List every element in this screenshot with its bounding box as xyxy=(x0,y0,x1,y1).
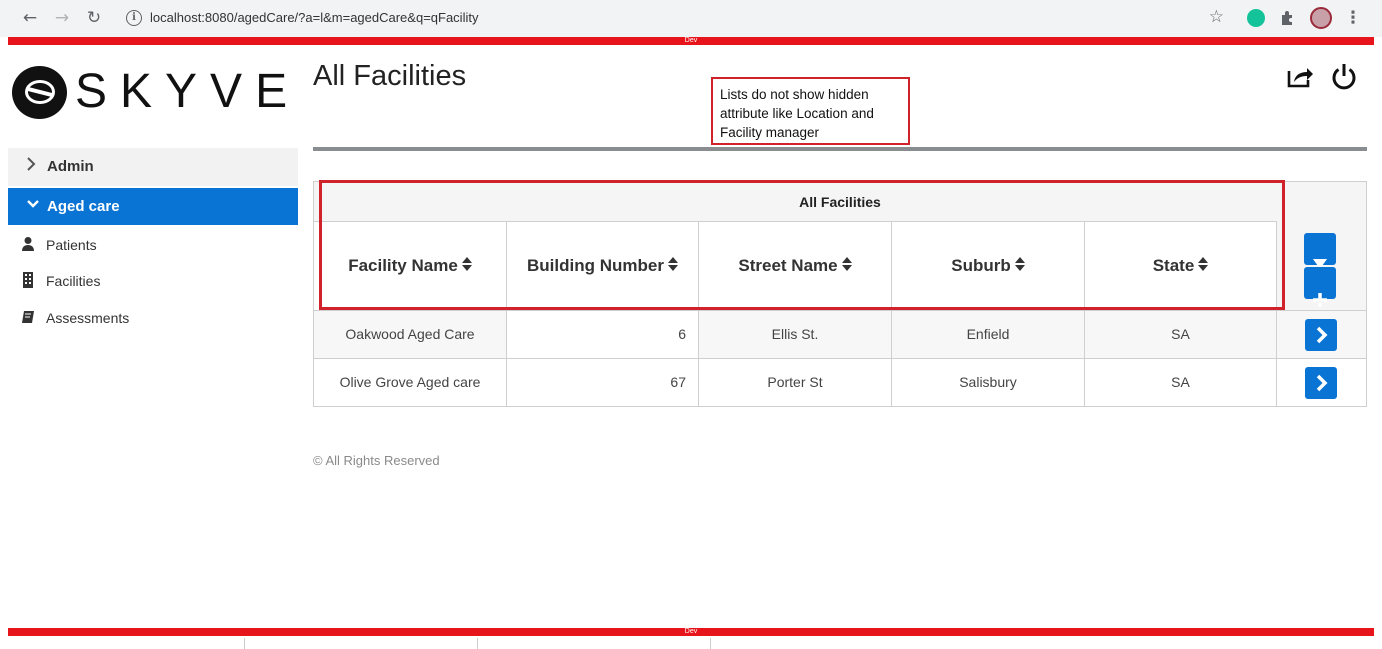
sidebar-item-label: Assessments xyxy=(46,310,130,326)
bookmark-star-icon[interactable]: ☆ xyxy=(1209,7,1224,27)
sort-icon[interactable] xyxy=(461,257,472,273)
skyve-logo: SKYVE xyxy=(12,66,302,122)
browser-menu-icon[interactable]: ⋮ xyxy=(1343,8,1363,28)
cell-building-number: 6 xyxy=(507,311,699,358)
table-row[interactable]: Oakwood Aged Care 6 Ellis St. Enfield SA xyxy=(314,311,1366,359)
skyve-logo-mark-icon xyxy=(12,66,67,119)
sidebar-item-label: Patients xyxy=(46,237,97,253)
filter-button[interactable] xyxy=(1304,233,1336,274)
cell-state: SA xyxy=(1085,311,1277,358)
sort-icon[interactable] xyxy=(1198,257,1209,273)
cell-facility-name: Olive Grove Aged care xyxy=(314,359,507,406)
sort-icon[interactable] xyxy=(1014,257,1025,273)
open-row-button[interactable] xyxy=(1305,319,1337,351)
cell-street-name: Porter St xyxy=(699,359,892,406)
sidebar-item-assessments[interactable]: Assessments xyxy=(8,303,298,333)
user-icon xyxy=(21,236,35,252)
cell-facility-name: Oakwood Aged Care xyxy=(314,311,507,358)
page-title: All Facilities xyxy=(313,60,467,92)
header-divider xyxy=(313,147,1367,151)
chevron-right-icon xyxy=(1316,374,1328,392)
grid-title: All Facilities xyxy=(314,182,1366,222)
cell-suburb: Salisbury xyxy=(892,359,1085,406)
dev-environment-bar-top: Dev xyxy=(8,37,1374,45)
cell-building-number: 67 xyxy=(507,359,699,406)
sort-icon[interactable] xyxy=(667,257,678,273)
back-icon[interactable]: ← xyxy=(20,8,40,28)
chevron-right-icon xyxy=(1316,326,1328,344)
open-row-button[interactable] xyxy=(1305,367,1337,399)
sidebar-item-patients[interactable]: Patients xyxy=(8,230,298,260)
column-header-suburb[interactable]: Suburb xyxy=(892,222,1085,311)
taskbar-strip xyxy=(0,636,1382,649)
grid-actions-header xyxy=(1277,182,1366,311)
sidebar-group-admin[interactable]: Admin xyxy=(8,148,298,186)
add-button[interactable] xyxy=(1304,267,1336,307)
browser-toolbar: ← → ↻ i localhost:8080/agedCare/?a=l&m=a… xyxy=(0,0,1382,37)
column-header-street-name[interactable]: Street Name xyxy=(699,222,892,311)
sidebar-group-label: Admin xyxy=(47,158,94,175)
reload-icon[interactable]: ↻ xyxy=(84,8,104,28)
sidebar-item-label: Facilities xyxy=(46,273,101,289)
chevron-right-icon xyxy=(26,156,36,177)
footer-copyright: © All Rights Reserved xyxy=(313,453,440,468)
sort-icon[interactable] xyxy=(841,257,852,273)
column-header-facility-name[interactable]: Facility Name xyxy=(314,222,507,311)
facilities-grid: All Facilities Facility Name Building Nu… xyxy=(313,181,1367,407)
extensions-puzzle-icon[interactable] xyxy=(1279,9,1297,27)
sidebar-item-facilities[interactable]: Facilities xyxy=(8,266,298,296)
profile-avatar[interactable] xyxy=(1310,7,1332,29)
table-row[interactable]: Olive Grove Aged care 67 Porter St Salis… xyxy=(314,359,1366,407)
cell-suburb: Enfield xyxy=(892,311,1085,358)
building-icon xyxy=(21,272,35,288)
sidebar-group-label: Aged care xyxy=(47,198,120,215)
site-info-icon[interactable]: i xyxy=(126,10,142,26)
cell-state: SA xyxy=(1085,359,1277,406)
cell-street-name: Ellis St. xyxy=(699,311,892,358)
annotation-note: Lists do not show hidden attribute like … xyxy=(711,77,910,145)
chevron-down-icon xyxy=(26,196,40,217)
share-icon[interactable] xyxy=(1286,62,1314,90)
power-logout-icon[interactable] xyxy=(1330,62,1358,90)
column-header-state[interactable]: State xyxy=(1085,222,1277,311)
column-header-building-number[interactable]: Building Number xyxy=(507,222,699,311)
dev-environment-bar-bottom: Dev xyxy=(8,628,1374,636)
sidebar-group-aged-care[interactable]: Aged care xyxy=(8,188,298,225)
grammarly-extension-icon[interactable] xyxy=(1247,9,1265,27)
book-icon xyxy=(21,309,35,325)
url-text[interactable]: localhost:8080/agedCare/?a=l&m=agedCare&… xyxy=(150,10,478,25)
address-bar[interactable]: i localhost:8080/agedCare/?a=l&m=agedCar… xyxy=(116,5,1238,32)
skyve-logo-text: SKYVE xyxy=(75,65,301,118)
forward-icon[interactable]: → xyxy=(52,8,72,28)
